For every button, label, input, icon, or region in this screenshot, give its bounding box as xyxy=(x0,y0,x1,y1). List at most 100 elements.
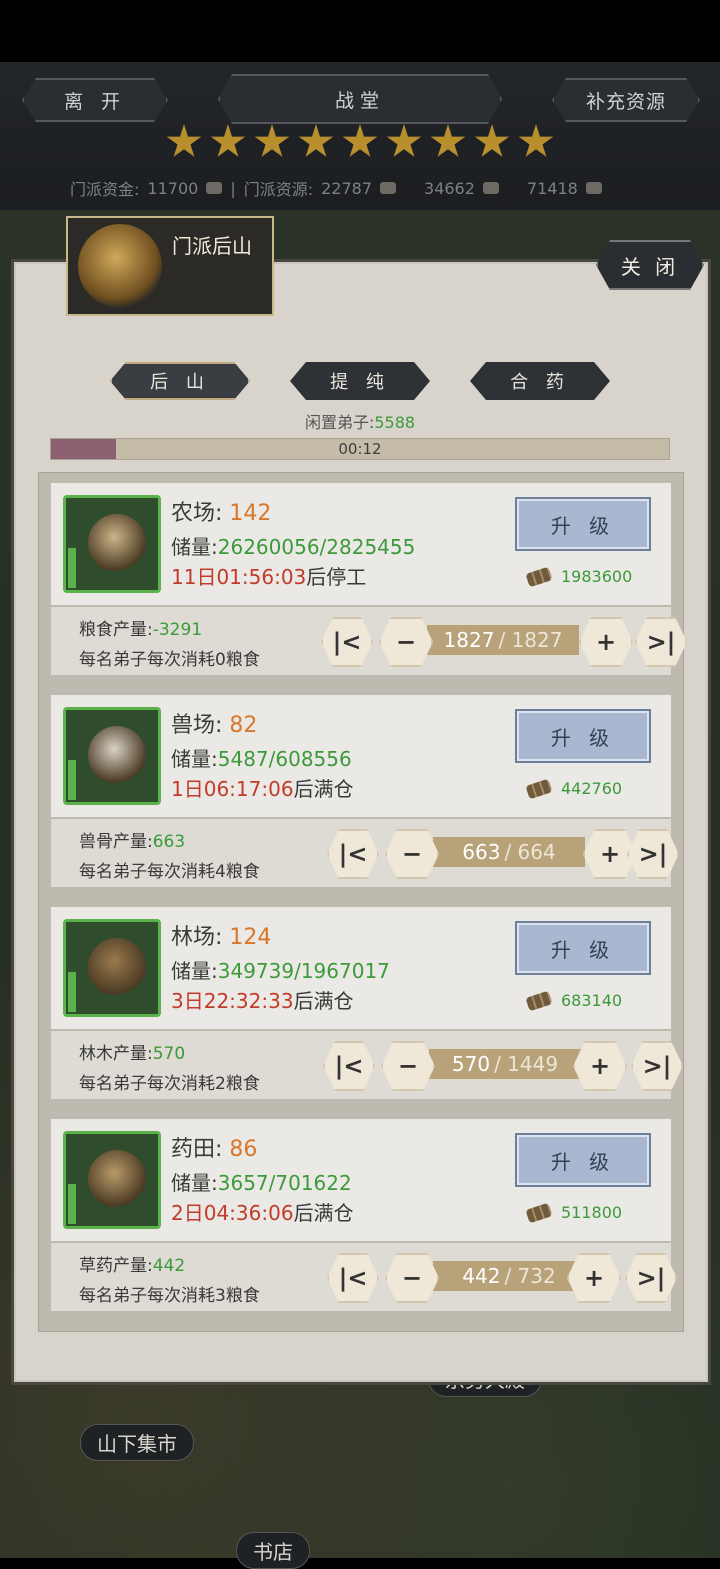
idle-label: 闲置弟子: xyxy=(304,413,375,432)
decrease-button[interactable]: − xyxy=(385,829,439,879)
upgrade-button[interactable]: 升 级 xyxy=(515,921,651,975)
progress-time: 00:12 xyxy=(338,440,382,458)
funds-label: 门派资金: xyxy=(70,180,140,199)
resource-2-value: 34662 xyxy=(424,178,475,198)
tab-backmountain[interactable]: 后 山 xyxy=(110,362,250,400)
upgrade-button[interactable]: 升 级 xyxy=(515,497,651,551)
facility-info: 林场: 124 储量:349739/1967017 3日22:32:33后满仓 … xyxy=(51,907,671,1029)
decrease-button[interactable]: − xyxy=(381,1041,435,1091)
facility-level: 86 xyxy=(229,1137,258,1162)
facility-gauge xyxy=(68,1184,76,1224)
storage-value: 3657/701622 xyxy=(217,1171,352,1195)
resource-line: 门派资金: 11700 | 门派资源: 22787 34662 71418 xyxy=(70,176,602,200)
facility-workers: 林木产量:570 每名弟子每次消耗2粮食 570/ 1449 |< − + >| xyxy=(51,1031,671,1099)
facility-name: 农场: 142 xyxy=(171,501,272,526)
panel-title-card: 门派后山 xyxy=(66,216,274,316)
upgrade-button[interactable]: 升 级 xyxy=(515,1133,651,1187)
facility-gauge xyxy=(68,972,76,1012)
facility-timer: 1日06:17:06后满仓 xyxy=(171,777,354,801)
upgrade-cost: 683140 xyxy=(525,990,622,1011)
facility-icon xyxy=(88,514,146,572)
facility-card: 兽场: 82 储量:5487/608556 1日06:17:06后满仓 升 级 … xyxy=(51,695,671,887)
min-button[interactable]: |< xyxy=(327,1253,379,1303)
upgrade-button[interactable]: 升 级 xyxy=(515,709,651,763)
min-button[interactable]: |< xyxy=(323,1041,375,1091)
cauldron-icon xyxy=(78,224,162,308)
bookstore-button[interactable]: 书店 xyxy=(236,1532,310,1569)
resource-1-icon xyxy=(380,182,397,194)
storage-value: 26260056/2825455 xyxy=(217,535,416,559)
upgrade-cost: 511800 xyxy=(525,1202,622,1223)
hall-title: 战堂 xyxy=(218,74,502,124)
facility-icon-box xyxy=(63,919,161,1017)
star-icon xyxy=(210,124,246,157)
min-button[interactable]: |< xyxy=(327,829,379,879)
facility-icon-box xyxy=(63,1131,161,1229)
star-icon xyxy=(166,124,202,157)
supply-button[interactable]: 补充资源 xyxy=(552,78,700,122)
facility-storage: 储量:26260056/2825455 xyxy=(171,535,416,559)
facility-card: 药田: 86 储量:3657/701622 2日04:36:06后满仓 升 级 … xyxy=(51,1119,671,1311)
production-rate: 兽骨产量:663 xyxy=(79,832,186,852)
star-icon xyxy=(518,124,554,157)
facility-icon-box xyxy=(63,495,161,593)
facility-level: 142 xyxy=(229,501,272,526)
upgrade-cost: 442760 xyxy=(525,778,622,799)
status-bar xyxy=(0,0,720,62)
coin-icon xyxy=(206,182,223,194)
worker-count: 570/ 1449 xyxy=(429,1049,581,1079)
increase-button[interactable]: + xyxy=(573,1041,627,1091)
facility-card: 林场: 124 储量:349739/1967017 3日22:32:33后满仓 … xyxy=(51,907,671,1099)
worker-count: 442/ 732 xyxy=(433,1261,585,1291)
funds-value: 11700 xyxy=(147,178,199,198)
star-icon xyxy=(254,124,290,157)
consumption-text: 每名弟子每次消耗3粮食 xyxy=(79,1286,260,1306)
tab-refine[interactable]: 提 纯 xyxy=(290,362,430,400)
facility-level: 124 xyxy=(229,925,272,950)
timer-value: 2日04:36:06 xyxy=(171,1201,294,1225)
star-icon xyxy=(386,124,422,157)
facility-timer: 11日01:56:03后停工 xyxy=(171,565,367,589)
tab-medicine[interactable]: 合 药 xyxy=(470,362,610,400)
facility-workers: 兽骨产量:663 每名弟子每次消耗4粮食 663/ 664 |< − + >| xyxy=(51,819,671,887)
idle-value: 5588 xyxy=(374,413,416,432)
leave-button[interactable]: 离 开 xyxy=(22,78,168,122)
market-button[interactable]: 山下集市 xyxy=(80,1424,194,1461)
decrease-button[interactable]: − xyxy=(385,1253,439,1303)
facility-name: 林场: 124 xyxy=(171,925,272,950)
facility-storage: 储量:3657/701622 xyxy=(171,1171,352,1195)
production-rate: 粮食产量:-3291 xyxy=(79,620,203,640)
facility-level: 82 xyxy=(229,713,258,738)
close-button[interactable]: 关 闭 xyxy=(596,240,704,290)
wood-icon xyxy=(525,566,553,587)
facility-info: 药田: 86 储量:3657/701622 2日04:36:06后满仓 升 级 … xyxy=(51,1119,671,1241)
upgrade-cost: 1983600 xyxy=(525,566,632,587)
panel-title: 门派后山 xyxy=(172,234,252,258)
max-button[interactable]: >| xyxy=(635,617,687,667)
max-button[interactable]: >| xyxy=(627,829,679,879)
consumption-text: 每名弟子每次消耗0粮食 xyxy=(79,650,260,670)
increase-button[interactable]: + xyxy=(579,617,633,667)
consumption-text: 每名弟子每次消耗2粮食 xyxy=(79,1074,260,1094)
max-button[interactable]: >| xyxy=(631,1041,683,1091)
star-icon xyxy=(298,124,334,157)
facility-icon xyxy=(88,938,146,996)
resource-2-icon xyxy=(482,182,499,194)
star-icon xyxy=(430,124,466,157)
facility-name: 药田: 86 xyxy=(171,1137,258,1162)
facility-icon xyxy=(88,726,146,784)
timer-value: 1日06:17:06 xyxy=(171,777,294,801)
facility-storage: 储量:349739/1967017 xyxy=(171,959,390,983)
idle-disciples: 闲置弟子:5588 xyxy=(0,409,720,433)
max-button[interactable]: >| xyxy=(625,1253,677,1303)
decrease-button[interactable]: − xyxy=(379,617,433,667)
min-button[interactable]: |< xyxy=(321,617,373,667)
star-icon xyxy=(342,124,378,157)
facility-gauge xyxy=(68,760,76,800)
consumption-text: 每名弟子每次消耗4粮食 xyxy=(79,862,260,882)
timer-value: 3日22:32:33 xyxy=(171,989,294,1013)
timer-value: 11日01:56:03 xyxy=(171,565,307,589)
storage-value: 5487/608556 xyxy=(217,747,352,771)
resource-3-value: 71418 xyxy=(526,178,578,198)
facility-timer: 3日22:32:33后满仓 xyxy=(171,989,354,1013)
